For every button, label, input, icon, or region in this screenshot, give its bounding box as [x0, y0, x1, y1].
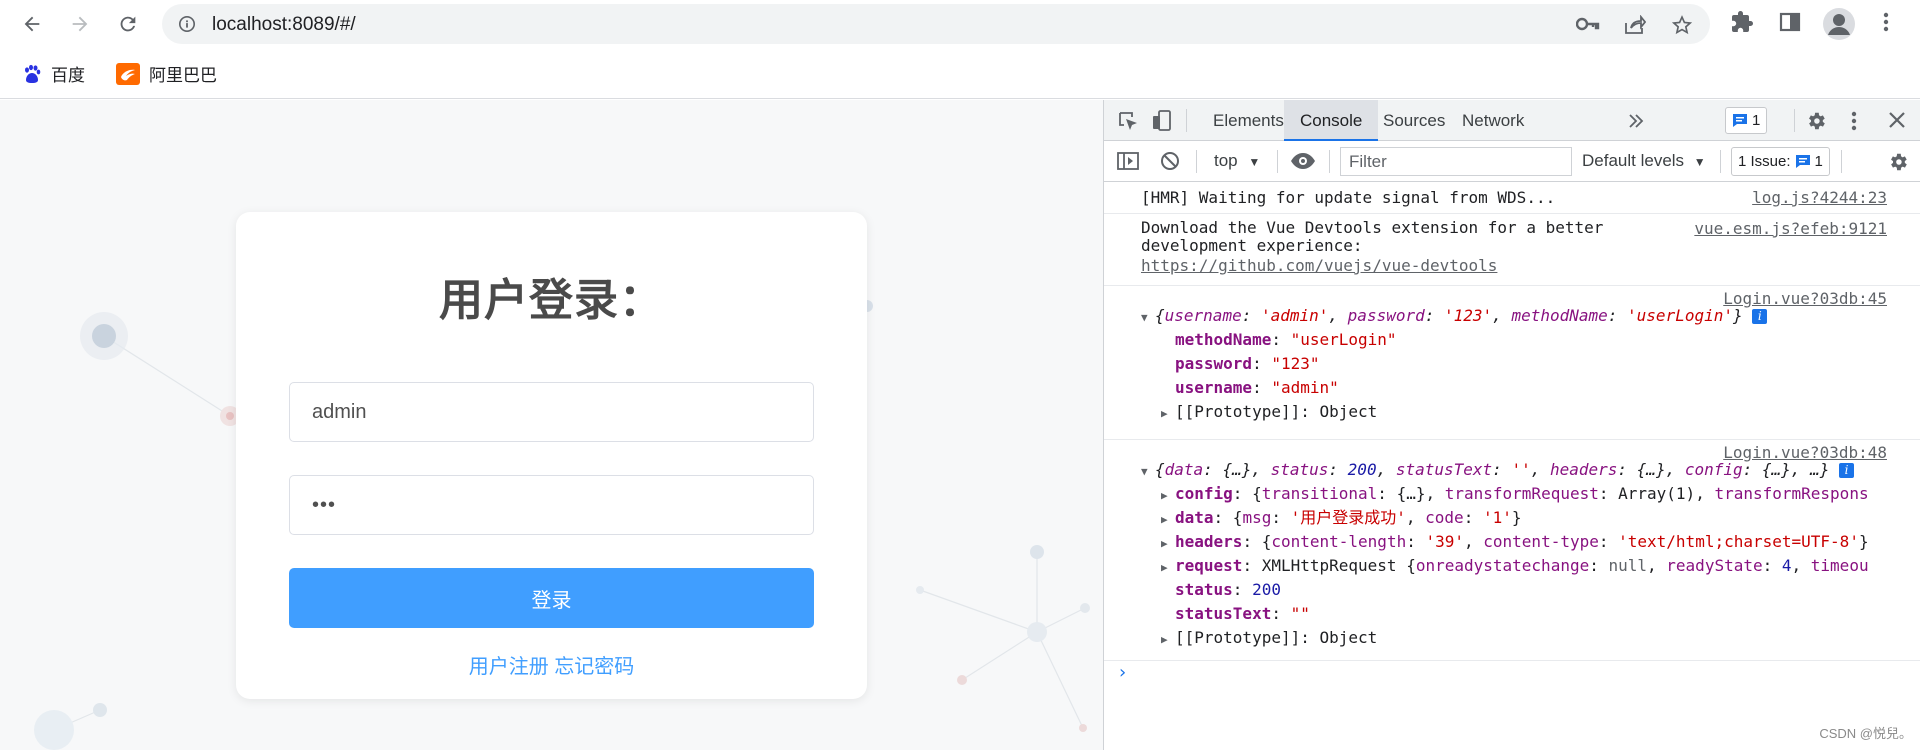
- separator: [1277, 150, 1278, 173]
- forward-button[interactable]: [64, 8, 96, 40]
- message-text: [HMR] Waiting for update signal from WDS…: [1141, 188, 1556, 207]
- star-icon[interactable]: [1672, 15, 1692, 35]
- filter-input[interactable]: Filter: [1340, 147, 1572, 176]
- tab-network[interactable]: Network: [1446, 100, 1540, 141]
- bookmark-label: 百度: [51, 66, 85, 85]
- devtools-menu-icon[interactable]: [1847, 110, 1861, 132]
- reload-icon: [120, 16, 136, 32]
- object-property[interactable]: ▶ request: XMLHttpRequest {onreadystatech…: [1161, 554, 1920, 580]
- issues-label: 1 Issue:: [1738, 153, 1791, 170]
- dropdown-arrow-icon: ▼: [1693, 155, 1706, 169]
- console-output: [HMR] Waiting for update signal from WDS…: [1104, 183, 1920, 750]
- separator: [1196, 150, 1197, 173]
- address-bar[interactable]: localhost:8089/#/: [162, 4, 1710, 44]
- prototype-row[interactable]: ▶ [[Prototype]]: Object: [1161, 400, 1377, 426]
- reload-button[interactable]: [112, 8, 144, 40]
- share-icon[interactable]: [1624, 15, 1646, 35]
- context-label: top: [1214, 151, 1238, 170]
- object-summary-row[interactable]: ▼ {username: 'admin', password: '123', me…: [1141, 304, 1768, 330]
- devtools-link[interactable]: https://github.com/vuejs/vue-devtools: [1141, 256, 1497, 275]
- live-expression-eye-icon[interactable]: [1290, 152, 1316, 170]
- chat-message-icon: [1795, 155, 1810, 168]
- watermark: CSDN @悦兒。: [1819, 726, 1912, 741]
- console-toolbar: top ▼ Filter Default levels ▼ 1 Issue: 1: [1104, 141, 1920, 182]
- devtools-tab-bar: Elements Console Sources Network 1: [1104, 100, 1920, 141]
- issues-count: 1: [1814, 153, 1823, 170]
- back-button[interactable]: [16, 8, 48, 40]
- console-message: Download the Vue Devtools extension for …: [1104, 214, 1920, 286]
- bookmarks-bar: 百度 阿里巴巴: [0, 47, 1920, 99]
- alibaba-logo-icon: [116, 62, 140, 85]
- console-message: [HMR] Waiting for update signal from WDS…: [1104, 183, 1920, 214]
- separator: [1720, 150, 1721, 173]
- console-prompt-chevron-icon[interactable]: ›: [1117, 662, 1128, 683]
- clear-console-icon[interactable]: [1160, 151, 1180, 171]
- arrow-right-icon: [72, 16, 88, 32]
- messages-badge[interactable]: 1: [1725, 107, 1768, 134]
- separator: [1186, 109, 1187, 132]
- dropdown-arrow-icon: ▼: [1248, 155, 1261, 169]
- object-property[interactable]: ▶ config: {transitional: {…}, transformRe…: [1161, 482, 1920, 508]
- browser-toolbar: localhost:8089/#/: [0, 0, 1920, 47]
- side-panel-icon[interactable]: [1778, 10, 1802, 34]
- username-input[interactable]: admin: [289, 382, 814, 442]
- console-settings-gear-icon[interactable]: [1887, 151, 1909, 173]
- devtools-panel: Elements Console Sources Network 1 top ▼…: [1103, 100, 1920, 750]
- issues-badge[interactable]: 1 Issue: 1: [1731, 147, 1830, 176]
- auth-links: 用户注册 忘记密码: [236, 650, 867, 679]
- chat-message-icon: [1733, 114, 1747, 127]
- profile-avatar[interactable]: [1823, 8, 1855, 40]
- sidebar-toggle-icon[interactable]: [1117, 151, 1139, 171]
- baidu-paw-icon: [25, 64, 41, 83]
- person-icon: [1828, 14, 1850, 35]
- bookmark-label: 阿里巴巴: [149, 66, 217, 85]
- page-viewport: 用户登录： admin ••• 登录 用户注册 忘记密码: [0, 100, 1103, 750]
- console-message: Login.vue?03db:48 ▼ {data: {…}, status: 2…: [1104, 440, 1920, 661]
- object-property[interactable]: ▶ data: {msg: '用户登录成功', code: '1'}: [1161, 506, 1522, 532]
- more-tabs-chevron-icon[interactable]: [1627, 112, 1645, 130]
- menu-kebab-icon[interactable]: [1876, 10, 1896, 34]
- settings-gear-icon[interactable]: [1805, 110, 1827, 132]
- separator: [1794, 109, 1795, 132]
- info-icon[interactable]: [178, 15, 196, 33]
- key-icon[interactable]: [1576, 15, 1600, 33]
- object-property: password: "123": [1175, 354, 1320, 373]
- messages-count: 1: [1752, 112, 1761, 129]
- context-selector[interactable]: top ▼: [1214, 151, 1260, 171]
- object-property[interactable]: ▶ headers: {content-length: '39', content…: [1161, 530, 1920, 556]
- bookmark-alibaba[interactable]: 阿里巴巴: [116, 61, 217, 86]
- register-link[interactable]: 用户注册: [469, 656, 549, 678]
- prototype-row[interactable]: ▶ [[Prototype]]: Object: [1161, 626, 1377, 652]
- info-icon: i: [1838, 463, 1854, 478]
- source-link[interactable]: vue.esm.js?efeb:9121: [1694, 219, 1887, 238]
- info-icon: i: [1752, 309, 1768, 324]
- object-property: statusText: "": [1175, 604, 1310, 623]
- object-property: methodName: "userLogin": [1175, 330, 1397, 349]
- device-toolbar-icon[interactable]: [1151, 110, 1173, 132]
- message-text: Download the Vue Devtools extension for …: [1141, 218, 1604, 255]
- object-summary-row[interactable]: ▼ {data: {…}, status: 200, statusText: ''…: [1141, 458, 1854, 484]
- password-input[interactable]: •••: [289, 475, 814, 535]
- login-card: 用户登录： admin ••• 登录 用户注册 忘记密码: [236, 212, 867, 699]
- login-button[interactable]: 登录: [289, 568, 814, 628]
- inspect-element-icon[interactable]: [1117, 110, 1139, 132]
- log-levels-dropdown[interactable]: Default levels ▼: [1582, 151, 1706, 171]
- login-title: 用户登录：: [439, 276, 664, 325]
- url-text[interactable]: localhost:8089/#/: [212, 14, 356, 36]
- separator: [1329, 150, 1330, 173]
- close-icon[interactable]: [1887, 110, 1907, 130]
- arrow-left-icon: [24, 16, 40, 32]
- source-link[interactable]: log.js?4244:23: [1752, 188, 1887, 207]
- tab-console[interactable]: Console: [1284, 100, 1379, 141]
- bookmark-baidu[interactable]: 百度: [22, 61, 85, 86]
- object-property: username: "admin": [1175, 378, 1339, 397]
- log-levels-label: Default levels: [1582, 151, 1685, 170]
- extensions-puzzle-icon[interactable]: [1730, 10, 1754, 34]
- separator: [1841, 150, 1842, 173]
- object-property: status: 200: [1175, 580, 1281, 599]
- console-message: Login.vue?03db:45 ▼ {username: 'admin', p…: [1104, 286, 1920, 440]
- forgot-password-link[interactable]: 忘记密码: [554, 656, 634, 678]
